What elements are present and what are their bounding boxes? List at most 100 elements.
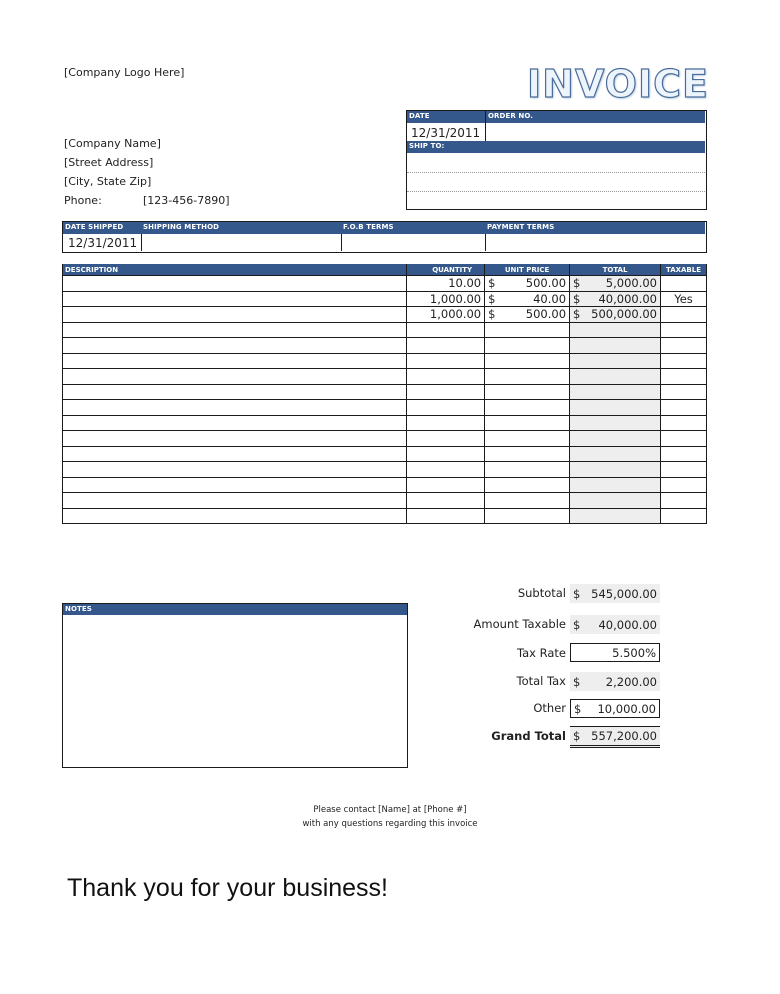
ship-to-line-2[interactable] [407, 173, 705, 190]
unit-price-cell[interactable]: $40.00 [484, 290, 571, 307]
description-cell[interactable] [61, 476, 408, 493]
table-row [61, 445, 707, 462]
fob-terms-field[interactable] [341, 234, 485, 251]
unit-price-cell[interactable] [484, 430, 571, 447]
subtotal-label: Subtotal [517, 586, 566, 600]
taxable-cell[interactable] [660, 383, 707, 400]
table-row [61, 476, 707, 493]
table-row [61, 414, 707, 431]
taxable-cell[interactable] [660, 399, 707, 416]
description-cell[interactable] [61, 337, 408, 354]
taxable-cell[interactable] [660, 430, 707, 447]
ship-to-line-1[interactable] [407, 153, 705, 171]
unit-price-value: 40.00 [533, 291, 567, 306]
taxable-cell[interactable] [660, 337, 707, 354]
unit-price-cell[interactable] [484, 352, 571, 369]
total-cell [569, 461, 661, 478]
unit-price-cell[interactable] [484, 492, 571, 509]
quantity-cell[interactable] [406, 368, 486, 385]
unit-price-cell[interactable] [484, 337, 571, 354]
description-cell[interactable] [61, 290, 408, 307]
taxable-cell[interactable] [660, 445, 707, 462]
quantity-cell[interactable] [406, 399, 486, 416]
quantity-cell[interactable] [406, 414, 486, 431]
contact-line-2: with any questions regarding this invoic… [302, 819, 478, 829]
company-logo-placeholder: [Company Logo Here] [64, 66, 185, 79]
description-cell[interactable] [61, 399, 408, 416]
taxable-cell[interactable] [660, 306, 707, 323]
total-tax-amount: 2,200.00 [605, 674, 657, 689]
taxable-cell[interactable] [660, 321, 707, 338]
description-cell[interactable] [61, 383, 408, 400]
quantity-cell[interactable] [406, 430, 486, 447]
total-cell [569, 352, 661, 369]
total-cell [569, 430, 661, 447]
notes-box: Notes [62, 603, 408, 768]
unit-price-cell[interactable] [484, 414, 571, 431]
quantity-cell[interactable] [406, 445, 486, 462]
description-cell[interactable] [61, 306, 408, 323]
table-row [61, 507, 707, 524]
company-street: [Street Address] [64, 156, 154, 169]
description-cell[interactable] [61, 352, 408, 369]
quantity-cell[interactable] [406, 321, 486, 338]
unit-price-cell[interactable]: $500.00 [484, 275, 571, 292]
grand-total-value: $ 557,200.00 [570, 726, 660, 748]
taxable-cell[interactable] [660, 476, 707, 493]
date-shipped-field[interactable]: 12/31/2011 [63, 234, 141, 251]
description-cell[interactable] [61, 368, 408, 385]
order-no-field[interactable] [485, 123, 705, 141]
quantity-cell[interactable]: 1,000.00 [406, 306, 486, 323]
quantity-cell[interactable] [406, 476, 486, 493]
total-cell [569, 414, 661, 431]
description-cell[interactable] [61, 492, 408, 509]
taxable-cell[interactable] [660, 275, 707, 292]
quantity-cell[interactable]: 1,000.00 [406, 290, 486, 307]
quantity-cell[interactable] [406, 492, 486, 509]
taxable-cell[interactable] [660, 492, 707, 509]
quantity-cell[interactable] [406, 507, 486, 524]
table-row [61, 399, 707, 416]
total-value: 5,000.00 [605, 276, 657, 291]
taxable-cell[interactable]: Yes [660, 290, 707, 307]
unit-price-cell[interactable] [484, 399, 571, 416]
taxable-cell[interactable] [660, 507, 707, 524]
unit-price-cell[interactable] [484, 507, 571, 524]
payment-terms-field[interactable] [485, 234, 705, 251]
unit-price-cell[interactable] [484, 321, 571, 338]
table-row [61, 492, 707, 509]
amount-taxable-value: $ 40,000.00 [570, 615, 660, 634]
notes-field[interactable] [63, 615, 407, 771]
tax-rate-field[interactable]: 5.500% [570, 643, 660, 662]
taxable-cell[interactable] [660, 352, 707, 369]
taxable-cell[interactable] [660, 368, 707, 385]
quantity-cell[interactable] [406, 352, 486, 369]
grand-total-amount: 557,200.00 [591, 729, 657, 743]
unit-price-cell[interactable] [484, 383, 571, 400]
description-cell[interactable] [61, 321, 408, 338]
other-field[interactable]: $ 10,000.00 [570, 699, 660, 718]
ship-to-line-3[interactable] [407, 192, 705, 208]
shipping-method-field[interactable] [141, 234, 341, 251]
unit-price-cell[interactable] [484, 461, 571, 478]
quantity-cell[interactable]: 10.00 [406, 275, 486, 292]
description-cell[interactable] [61, 430, 408, 447]
unit-price-cell[interactable] [484, 445, 571, 462]
unit-price-cell[interactable]: $500.00 [484, 306, 571, 323]
grand-total-label: Grand Total [491, 729, 566, 743]
taxable-cell[interactable] [660, 461, 707, 478]
taxable-cell[interactable] [660, 414, 707, 431]
quantity-cell[interactable] [406, 461, 486, 478]
quantity-cell[interactable] [406, 383, 486, 400]
description-cell[interactable] [61, 507, 408, 524]
description-cell[interactable] [61, 275, 408, 292]
description-cell[interactable] [61, 445, 408, 462]
invoice-date[interactable]: 12/31/2011 [407, 123, 485, 141]
table-row [61, 368, 707, 385]
unit-price-cell[interactable] [484, 368, 571, 385]
description-cell[interactable] [61, 414, 408, 431]
unit-price-cell[interactable] [484, 476, 571, 493]
other-amount: 10,000.00 [597, 701, 656, 716]
quantity-cell[interactable] [406, 337, 486, 354]
description-cell[interactable] [61, 461, 408, 478]
